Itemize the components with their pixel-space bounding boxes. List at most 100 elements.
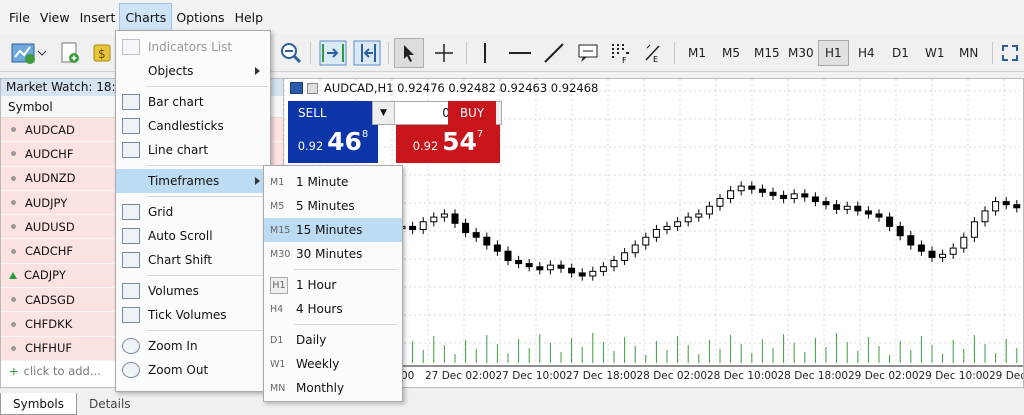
- symbol-name: AUDCHF: [25, 146, 74, 161]
- svg-text:$: $: [98, 47, 106, 61]
- time-axis-label: 28 Dec 10:00: [707, 370, 778, 382]
- profiles-button[interactable]: [56, 38, 84, 68]
- chart-shift-button[interactable]: [352, 38, 382, 68]
- trend-neutral-icon: [11, 127, 16, 133]
- candle-body: [536, 266, 544, 271]
- tab-details[interactable]: Details: [77, 393, 143, 415]
- buy-label-top[interactable]: BUY: [448, 101, 496, 125]
- cursor-button[interactable]: [394, 38, 424, 68]
- vertical-line-button[interactable]: [474, 38, 496, 68]
- zoom-out-button[interactable]: [278, 38, 304, 68]
- buy-price: 0.92 547: [396, 127, 500, 156]
- tf-item-d1[interactable]: D1 Daily: [264, 328, 402, 352]
- menu-label: Candlesticks: [148, 119, 224, 133]
- menu-zoom-out[interactable]: Zoom Out: [116, 358, 270, 382]
- tf-item-m1[interactable]: M1 1 Minute: [264, 170, 402, 194]
- tf-button-d1[interactable]: D1: [886, 40, 915, 66]
- tf-item-m5[interactable]: M5 5 Minutes: [264, 194, 402, 218]
- menu-grid[interactable]: Grid: [116, 200, 270, 224]
- menu-bar-chart[interactable]: Bar chart: [116, 90, 270, 114]
- candle-body: [811, 196, 819, 203]
- menu-view[interactable]: View: [35, 4, 75, 31]
- tf-button-w1[interactable]: W1: [919, 40, 951, 66]
- menu-label: Zoom In: [148, 339, 198, 353]
- tab-symbols[interactable]: Symbols: [0, 393, 77, 415]
- tf-code: MN: [270, 382, 286, 394]
- chart-window-icon: [290, 82, 303, 94]
- tf-button-h1[interactable]: H1: [818, 40, 849, 66]
- candle-body: [568, 267, 576, 274]
- fullscreen-button[interactable]: [998, 38, 1022, 68]
- candle-body: [472, 232, 480, 238]
- time-axis-label: 29 Dec 10:00: [918, 370, 990, 382]
- tf-button-mn[interactable]: MN: [953, 40, 984, 66]
- chart-shift-icon: [122, 252, 140, 268]
- tf-button-m5[interactable]: M5: [716, 40, 746, 66]
- tf-item-h4[interactable]: H4 4 Hours: [264, 297, 402, 321]
- horizontal-line-button[interactable]: [506, 38, 534, 68]
- menu-label: Timeframes: [148, 174, 220, 188]
- lot-decrease-button[interactable]: ▼: [373, 102, 395, 124]
- text-label-icon: [578, 44, 598, 62]
- menu-file[interactable]: File: [4, 4, 35, 31]
- sell-price-big: 46: [327, 127, 362, 156]
- tf-code: M30: [270, 248, 291, 260]
- tf-button-m1[interactable]: M1: [682, 40, 712, 66]
- candle-body: [917, 244, 925, 252]
- submenu-arrow-icon: [255, 177, 260, 185]
- tick-volumes-icon: [122, 307, 140, 323]
- trend-neutral-icon: [11, 345, 16, 351]
- menu-volumes[interactable]: Volumes: [116, 279, 270, 303]
- menu-line-chart[interactable]: Line chart: [116, 138, 270, 162]
- tf-label: 1 Minute: [296, 175, 349, 189]
- gann-button[interactable]: E: [640, 38, 668, 68]
- tf-button-m15[interactable]: M15: [748, 40, 786, 66]
- trend-neutral-icon: [11, 151, 16, 157]
- trendline-icon: [544, 43, 564, 63]
- menu-chart-shift[interactable]: Chart Shift: [116, 248, 270, 272]
- menu-tick-volumes[interactable]: Tick Volumes: [116, 303, 270, 327]
- text-label-button[interactable]: [574, 38, 602, 68]
- candle-body: [419, 221, 427, 230]
- menu-timeframes[interactable]: Timeframes: [116, 169, 270, 193]
- tf-item-m15[interactable]: M15 15 Minutes: [264, 218, 402, 242]
- fibonacci-button[interactable]: F: [606, 38, 634, 68]
- tf-button-m30[interactable]: M30: [782, 40, 820, 66]
- auto-scroll-button[interactable]: [318, 38, 348, 68]
- zoom-in-icon: [122, 338, 140, 354]
- tf-label: 5 Minutes: [296, 199, 355, 213]
- tf-item-h1[interactable]: H1 1 Hour: [264, 273, 402, 297]
- menu-indicators-list[interactable]: Indicators List: [116, 35, 270, 59]
- menu-options[interactable]: Options: [171, 4, 229, 31]
- tf-item-mn[interactable]: MN Monthly: [264, 376, 402, 400]
- menu-insert[interactable]: Insert: [75, 4, 121, 31]
- sell-button[interactable]: SELL 0.92 468: [288, 101, 378, 163]
- new-chart-button[interactable]: [8, 38, 48, 68]
- menu-candlesticks[interactable]: Candlesticks: [116, 114, 270, 138]
- menu-auto-scroll[interactable]: Auto Scroll: [116, 224, 270, 248]
- candle-body: [462, 222, 470, 234]
- fibonacci-icon: F: [612, 44, 629, 64]
- tf-code: M15: [270, 224, 291, 236]
- crosshair-button[interactable]: [430, 38, 458, 68]
- tf-button-h4[interactable]: H4: [852, 40, 881, 66]
- tf-item-m30[interactable]: M30 30 Minutes: [264, 242, 402, 266]
- trendline-button[interactable]: [540, 38, 568, 68]
- menu-label: Indicators List: [148, 40, 233, 54]
- menu-help[interactable]: Help: [230, 4, 269, 31]
- candle-body: [483, 236, 491, 246]
- market-watch-button[interactable]: $: [88, 38, 116, 68]
- symbol-name: AUDCAD: [25, 122, 75, 137]
- charts-dropdown-menu: Indicators List Objects Bar chart Candle…: [115, 30, 271, 392]
- symbol-name: AUDJPY: [25, 195, 68, 210]
- menu-zoom-in[interactable]: Zoom In: [116, 334, 270, 358]
- tf-item-w1[interactable]: W1 Weekly: [264, 352, 402, 376]
- candle-body: [790, 193, 798, 199]
- menu-charts[interactable]: Charts: [119, 2, 173, 32]
- symbol-name: CHFDKK: [25, 317, 73, 332]
- buy-price-prefix: 0.92: [412, 139, 439, 153]
- line-chart-icon: [122, 142, 140, 158]
- candle-body: [854, 205, 862, 212]
- menu-objects[interactable]: Objects: [116, 59, 270, 83]
- plus-icon: +: [9, 363, 19, 378]
